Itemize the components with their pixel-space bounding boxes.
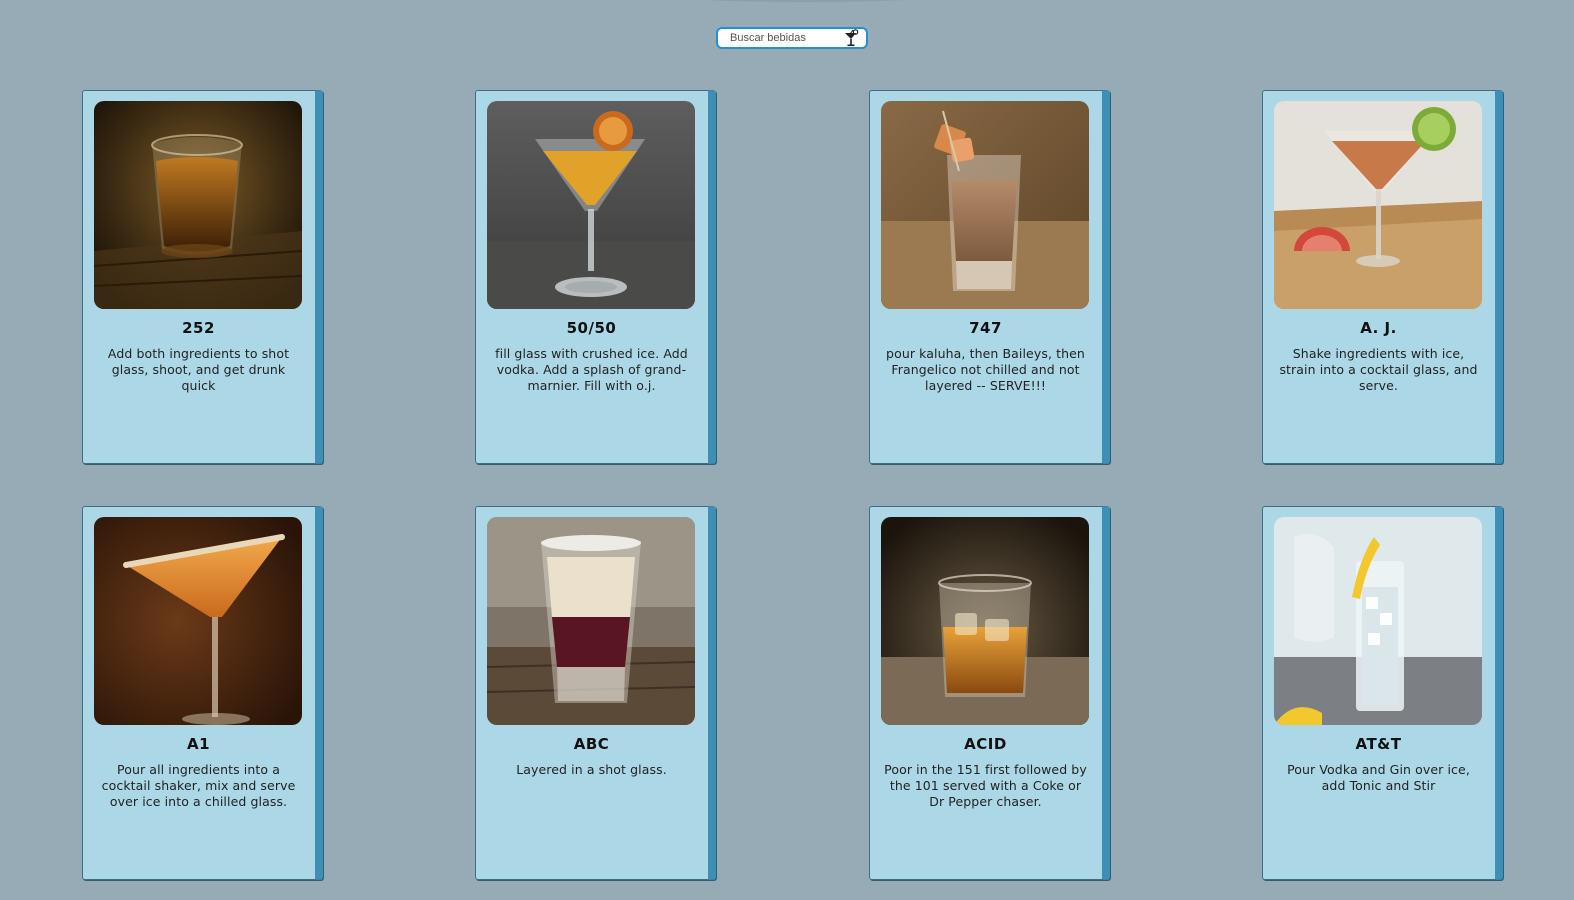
drink-card[interactable]: 50/50 fill glass with crushed ice. Add v… bbox=[475, 90, 716, 464]
drink-card[interactable]: ACID Poor in the 151 first followed by t… bbox=[869, 506, 1110, 880]
drink-description: Pour Vodka and Gin over ice, add Tonic a… bbox=[1287, 762, 1470, 793]
drink-image[interactable] bbox=[1274, 101, 1482, 309]
drink-name: AT&T bbox=[1355, 735, 1402, 753]
drink-card[interactable]: A1 Pour all ingredients into a cocktail … bbox=[82, 506, 323, 880]
drink-name: ACID bbox=[964, 735, 1007, 753]
drink-description: pour kaluha, then Baileys, then Frangeli… bbox=[886, 346, 1085, 393]
drink-name: 50/50 bbox=[566, 319, 617, 337]
drink-image[interactable] bbox=[94, 517, 302, 725]
drink-image[interactable] bbox=[487, 517, 695, 725]
drink-image[interactable] bbox=[487, 101, 695, 309]
header-shadow bbox=[690, 0, 920, 2]
drink-image[interactable] bbox=[881, 517, 1089, 725]
drink-name: 747 bbox=[969, 319, 1002, 337]
search-bar[interactable] bbox=[716, 27, 868, 49]
cocktail-icon[interactable] bbox=[842, 29, 860, 47]
drink-card[interactable]: ABC Layered in a shot glass. bbox=[475, 506, 716, 880]
drink-card[interactable]: 252 Add both ingredients to shot glass, … bbox=[82, 90, 323, 464]
drink-card[interactable]: 747 pour kaluha, then Baileys, then Fran… bbox=[869, 90, 1110, 464]
drink-name: 252 bbox=[182, 319, 215, 337]
drink-image[interactable] bbox=[881, 101, 1089, 309]
drink-description: Layered in a shot glass. bbox=[516, 762, 667, 777]
drink-card[interactable]: A. J. Shake ingredients with ice, strain… bbox=[1262, 90, 1503, 464]
drink-card[interactable]: AT&T Pour Vodka and Gin over ice, add To… bbox=[1262, 506, 1503, 880]
drink-image[interactable] bbox=[94, 101, 302, 309]
drink-image[interactable] bbox=[1274, 517, 1482, 725]
search-input[interactable] bbox=[730, 32, 838, 44]
drink-description: fill glass with crushed ice. Add vodka. … bbox=[495, 346, 688, 393]
drink-description: Pour all ingredients into a cocktail sha… bbox=[101, 762, 296, 809]
drink-description: Add both ingredients to shot glass, shoo… bbox=[107, 346, 290, 393]
drink-description: Poor in the 151 first followed by the 10… bbox=[884, 762, 1087, 809]
drink-description: Shake ingredients with ice, strain into … bbox=[1279, 346, 1478, 393]
drink-name: ABC bbox=[573, 735, 610, 753]
drink-name: A1 bbox=[186, 735, 211, 753]
drink-name: A. J. bbox=[1360, 319, 1397, 337]
